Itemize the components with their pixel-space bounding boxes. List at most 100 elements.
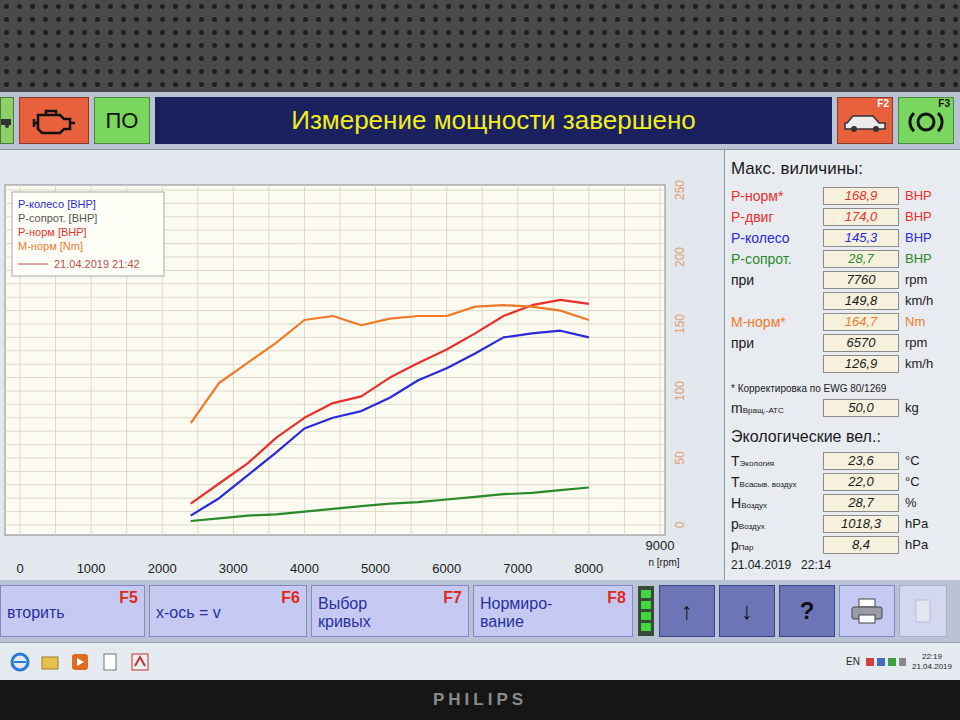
grid-line xyxy=(304,185,305,535)
value-field: 7760 xyxy=(823,271,899,289)
row-label: pВоздух xyxy=(731,514,823,535)
max-value-row: при6570rpm xyxy=(731,333,954,354)
grid-line xyxy=(5,297,665,298)
grid-line xyxy=(339,185,340,535)
nav-button[interactable]: ↑ xyxy=(659,585,715,637)
grid-line xyxy=(375,185,376,535)
x-tick: 8000 xyxy=(574,561,603,576)
print-button[interactable] xyxy=(839,585,895,637)
series-line xyxy=(191,331,589,516)
series-line xyxy=(191,488,589,522)
function-key-button[interactable]: x-ось = v F6 xyxy=(149,585,307,637)
max-value-row: 126,9km/h xyxy=(731,354,954,375)
correction-note: * Корректировка по EWG 80/1269 xyxy=(731,381,954,396)
legend-item: Р-сопрот. [BHP] xyxy=(18,212,97,224)
f2-label: F2 xyxy=(841,98,889,109)
value-field: 164,7 xyxy=(823,313,899,331)
unit-label: °C xyxy=(905,472,920,492)
label-subscript: Всасыв. воздух xyxy=(740,479,797,491)
monitor-bezel: PHILIPS xyxy=(0,680,960,720)
x-tick: 9000 xyxy=(646,538,675,553)
label-line: вторить xyxy=(7,604,65,622)
brand-logo: PHILIPS xyxy=(433,687,527,713)
y-tick: 0 xyxy=(673,521,687,528)
label-text: при xyxy=(731,270,754,291)
nav-button[interactable]: ? xyxy=(779,585,835,637)
x-tick: 7000 xyxy=(503,561,532,576)
label-line: Выбор xyxy=(318,595,371,613)
max-value-row: Р-колесо145,3BHP xyxy=(731,228,954,249)
label-line: x-ось = v xyxy=(156,604,221,622)
function-key-button[interactable]: ВыборкривыхF7 xyxy=(311,585,469,637)
y-tick: 250 xyxy=(673,180,687,200)
function-key-code: F5 xyxy=(119,589,138,607)
power-chart: Р-колесо [BHP]Р-сопрот. [BHP]Р-норм [BHP… xyxy=(0,150,725,580)
value-field: 126,9 xyxy=(823,355,899,373)
engine-button[interactable] xyxy=(19,97,89,144)
folder-icon xyxy=(38,652,62,672)
grid-line xyxy=(5,310,665,311)
label-subscript: Вращ.-АТС xyxy=(743,405,784,417)
car-partial-button[interactable] xyxy=(0,97,14,144)
label-text: p xyxy=(731,535,739,556)
label-text: М-норм* xyxy=(731,312,786,333)
function-key-button[interactable]: вторить F5 xyxy=(0,585,145,637)
grid-line xyxy=(5,525,665,526)
function-key-code: F7 xyxy=(443,589,462,607)
max-value-row: Р-двиг174,0BHP xyxy=(731,207,954,228)
grid-line xyxy=(5,350,665,351)
grid-line xyxy=(5,484,665,485)
grid-line xyxy=(553,185,554,535)
f2-button[interactable]: F2 xyxy=(837,97,893,144)
row-label: М-норм* xyxy=(731,312,823,333)
car-lift-icon xyxy=(841,109,889,133)
nav-button[interactable]: ↓ xyxy=(719,585,775,637)
grid-line xyxy=(5,364,665,365)
label-text: H xyxy=(731,493,741,514)
row-label: pПар xyxy=(731,535,823,556)
label-subscript: Воздух xyxy=(739,521,765,533)
y-tick: 200 xyxy=(673,247,687,267)
unit-label: Nm xyxy=(905,312,925,332)
label-subscript: Экология xyxy=(740,458,775,470)
row-label: Р-колесо xyxy=(731,228,823,249)
eco-row: pПар8,4hPa xyxy=(731,535,954,556)
f3-button[interactable]: F3 xyxy=(898,97,954,144)
nav-button-label: ? xyxy=(800,593,815,629)
grid-line xyxy=(5,471,665,472)
grid-line xyxy=(5,283,665,284)
language-indicator[interactable]: EN xyxy=(846,654,860,669)
function-key-code: F6 xyxy=(281,589,300,607)
grid-line xyxy=(197,185,198,535)
grid-line xyxy=(5,190,665,191)
taskbar: EN 22:1921.04.2019 xyxy=(0,642,960,680)
grid-line xyxy=(517,185,518,535)
grid-line xyxy=(588,185,589,535)
label-subscript: Пар xyxy=(739,542,754,554)
legend-item: М-норм [Nm] xyxy=(18,240,83,252)
tray-icons xyxy=(866,656,906,668)
max-value-row: 149,8 km/h xyxy=(731,291,954,312)
eco-row: pВоздух1018,3hPa xyxy=(731,514,954,535)
printer-icon xyxy=(850,597,884,625)
function-key-label: x-ось = v xyxy=(156,604,221,622)
blank-page-icon xyxy=(915,599,931,623)
grid-line xyxy=(5,431,665,432)
series-line xyxy=(191,300,589,504)
function-key-button[interactable]: Нормиро-ваниеF8 xyxy=(473,585,633,637)
unit-label: kg xyxy=(905,398,919,418)
po-button[interactable]: ПО xyxy=(94,97,150,144)
unit-label: % xyxy=(905,493,917,513)
clock[interactable]: 22:1921.04.2019 xyxy=(912,652,952,672)
label-line: Нормиро- xyxy=(480,595,552,613)
value-field: 145,3 xyxy=(823,229,899,247)
value-field: 22,0 xyxy=(823,473,899,491)
grid-line xyxy=(446,185,447,535)
unit-label: km/h xyxy=(905,291,933,311)
function-key-label: вторить xyxy=(7,604,65,622)
grid-line xyxy=(268,185,269,535)
value-field: 149,8 xyxy=(823,292,899,310)
grid-line xyxy=(5,444,665,445)
value-field: 28,7 xyxy=(823,250,899,268)
engine-icon xyxy=(32,107,76,135)
